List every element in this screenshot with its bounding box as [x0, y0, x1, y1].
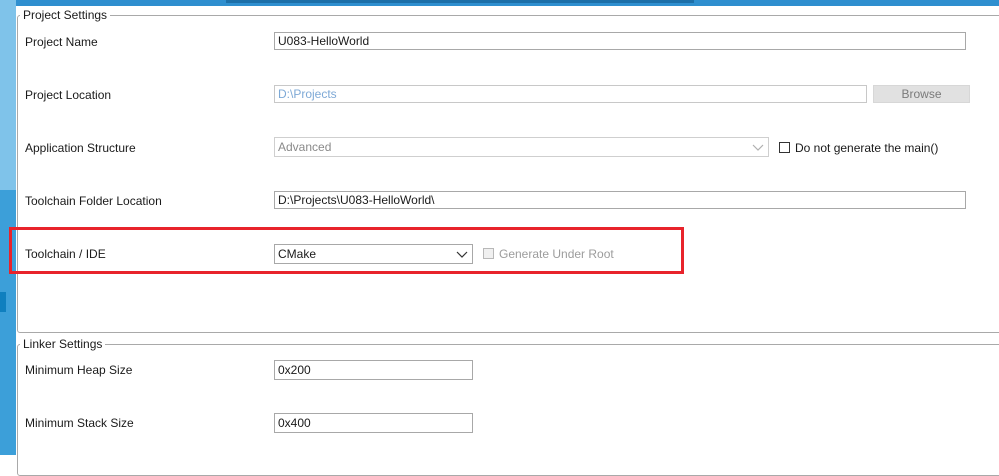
- minimum-stack-size-field[interactable]: 0x400: [274, 413, 473, 433]
- minimum-heap-size-field[interactable]: 0x200: [274, 360, 473, 380]
- project-location-label: Project Location: [25, 88, 112, 102]
- application-structure-select[interactable]: Advanced: [274, 137, 769, 157]
- project-name-field[interactable]: U083-HelloWorld: [274, 32, 966, 50]
- chevron-down-icon: [752, 144, 764, 151]
- toolchain-highlight-box: [9, 227, 684, 274]
- linker-settings-title: Linker Settings: [20, 337, 106, 351]
- project-location-field[interactable]: D:\Projects: [274, 85, 867, 103]
- top-tab-bar: [16, 0, 999, 6]
- do-not-generate-main-checkbox[interactable]: [779, 142, 790, 153]
- application-structure-value: Advanced: [278, 140, 332, 154]
- top-tab-segment: [226, 0, 694, 3]
- toolchain-folder-label: Toolchain Folder Location: [25, 194, 162, 208]
- linker-settings-group: [17, 344, 999, 476]
- application-structure-label: Application Structure: [25, 141, 136, 155]
- toolchain-folder-field[interactable]: D:\Projects\U083-HelloWorld\: [274, 191, 966, 209]
- project-name-label: Project Name: [25, 35, 98, 49]
- project-settings-title: Project Settings: [20, 8, 111, 22]
- minimum-heap-size-label: Minimum Heap Size: [25, 363, 133, 377]
- left-strip-notch: [0, 292, 6, 312]
- do-not-generate-main-label: Do not generate the main(): [795, 141, 939, 155]
- project-settings-group: [17, 15, 999, 333]
- minimum-stack-size-label: Minimum Stack Size: [25, 416, 134, 430]
- browse-button[interactable]: Browse: [873, 85, 970, 103]
- left-strip-light: [0, 0, 16, 190]
